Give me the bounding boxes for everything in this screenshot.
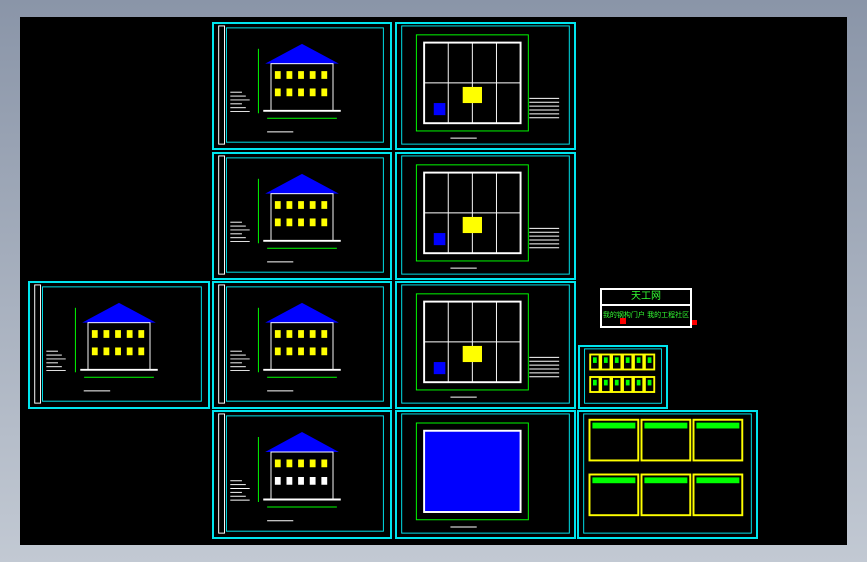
elevation-drawing [218,25,384,145]
drawing-sheet-plan[interactable] [395,152,576,280]
elevation-drawing [34,284,202,404]
drawing-sheet-roof-plan[interactable] [395,410,576,539]
drawing-sheet-elevation[interactable] [28,281,210,409]
window-table-drawing [584,348,662,404]
drawing-sheet-window-table[interactable] [578,345,668,409]
section-drawing [218,413,384,534]
plan-drawing [401,284,570,404]
drawing-sheet-details[interactable] [577,410,758,539]
logo-title: 天工网 [602,290,690,306]
logo-block: 天工网 我的钢构门户 我的工程社区 [600,288,692,328]
logo-subtitle: 我的钢构门户 我的工程社区 [602,311,690,319]
roof-plan-drawing [401,413,570,534]
drawing-sheet-elevation[interactable] [212,22,392,150]
drawing-sheet-section[interactable] [212,410,392,539]
drawing-sheet-plan[interactable] [395,281,576,409]
plan-drawing [401,25,570,145]
plan-drawing [401,155,570,275]
details-drawing [583,413,752,534]
grip-marker[interactable] [620,318,626,324]
elevation-drawing [218,284,384,404]
grip-marker[interactable] [692,320,697,325]
elevation-drawing [218,155,384,275]
drawing-sheet-elevation[interactable] [212,152,392,280]
drawing-sheet-plan[interactable] [395,22,576,150]
drawing-sheet-elevation[interactable] [212,281,392,409]
